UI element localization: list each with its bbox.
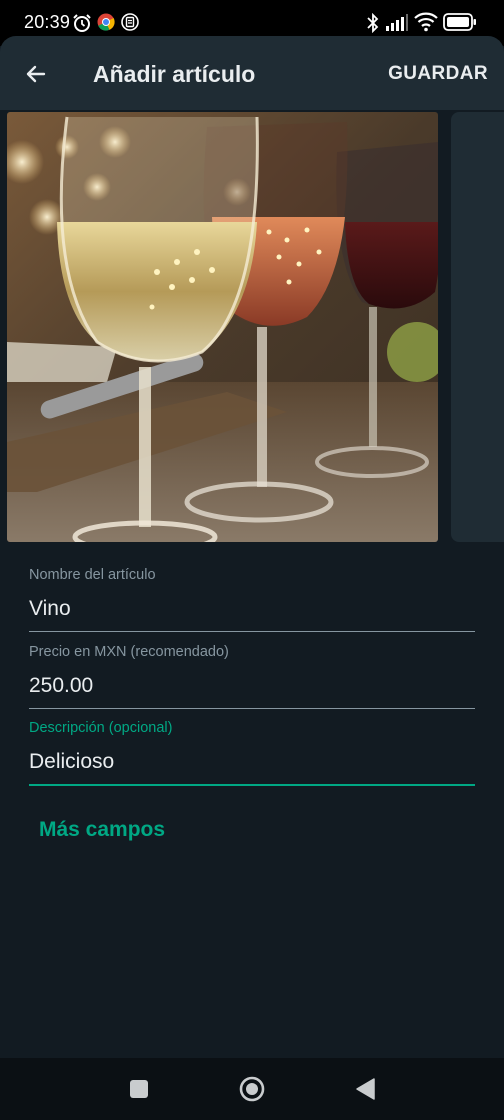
- arrow-left-icon: [26, 65, 46, 83]
- app-header: Añadir artículo GUARDAR: [0, 36, 504, 110]
- description-input[interactable]: [29, 749, 475, 775]
- save-button[interactable]: GUARDAR: [388, 63, 488, 85]
- price-underline: [29, 708, 475, 709]
- nav-back-button[interactable]: [354, 1077, 376, 1106]
- wine-glasses-photo[interactable]: [7, 112, 438, 542]
- status-time: 20:39: [24, 12, 71, 32]
- app-icon: [121, 13, 139, 36]
- system-nav-bar: [0, 1058, 504, 1120]
- item-name-underline: [29, 631, 475, 632]
- item-name-field[interactable]: Nombre del artículo: [29, 566, 475, 632]
- recents-icon: [130, 1080, 148, 1098]
- home-button[interactable]: [238, 1075, 266, 1108]
- item-name-label: Nombre del artículo: [29, 567, 156, 583]
- more-fields-button[interactable]: Más campos: [39, 818, 165, 842]
- image-gallery[interactable]: [0, 110, 504, 546]
- back-button[interactable]: [14, 52, 58, 96]
- back-icon: [356, 1078, 375, 1100]
- home-icon: [239, 1076, 265, 1102]
- recents-button[interactable]: [128, 1078, 150, 1105]
- page-title: Añadir artículo: [93, 61, 256, 87]
- description-field[interactable]: Descripción (opcional): [29, 719, 475, 786]
- price-input[interactable]: [29, 673, 475, 699]
- next-photo-placeholder[interactable]: [451, 112, 504, 542]
- wifi-icon: [414, 12, 438, 37]
- item-name-input[interactable]: [29, 596, 475, 622]
- screen: 20:39 Añadir artículo GUARDAR Nombre del…: [0, 0, 504, 1120]
- chrome-icon: [97, 13, 115, 36]
- alarm-icon: [72, 13, 92, 38]
- price-field[interactable]: Precio en MXN (recomendado): [29, 643, 475, 709]
- price-label: Precio en MXN (recomendado): [29, 644, 229, 660]
- description-label: Descripción (opcional): [29, 720, 173, 736]
- description-underline: [29, 784, 475, 786]
- battery-icon: [443, 13, 477, 36]
- signal-icon: [385, 14, 409, 37]
- bluetooth-icon: [366, 12, 380, 38]
